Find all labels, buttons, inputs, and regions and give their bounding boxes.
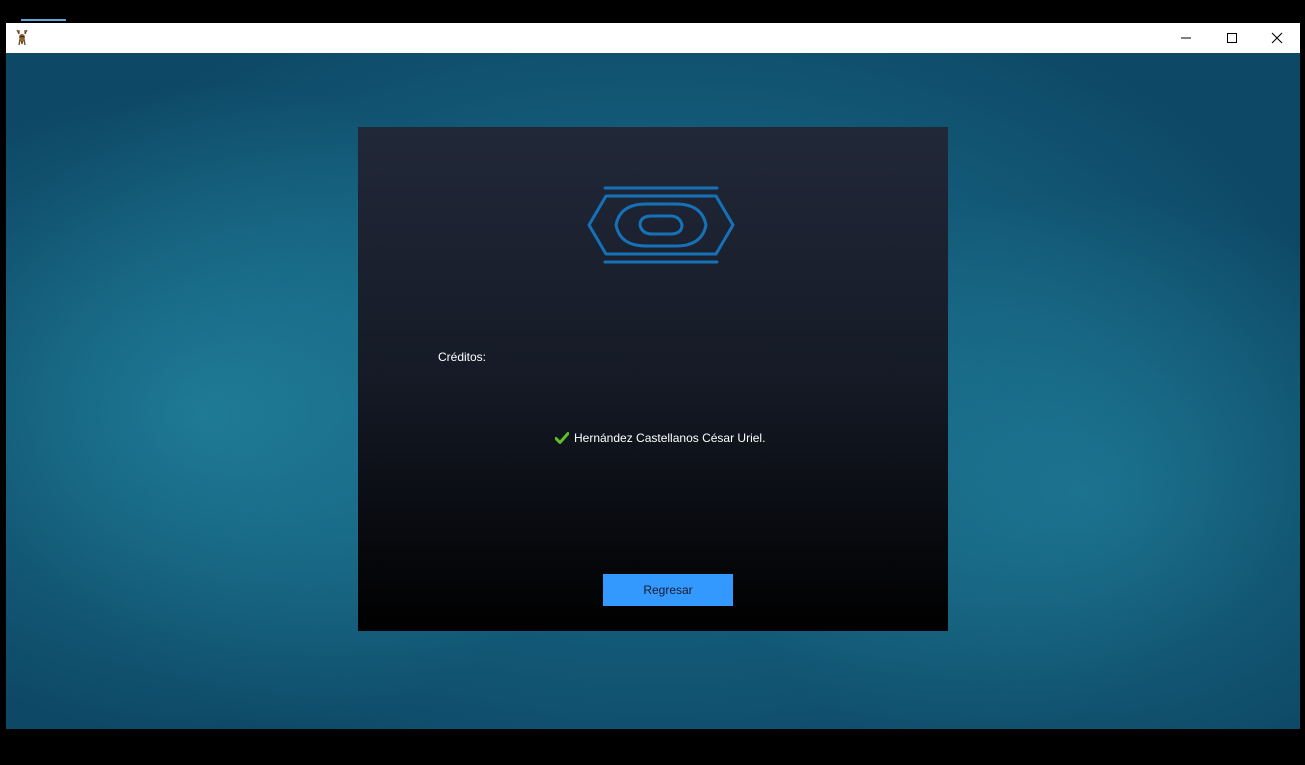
credits-panel: Créditos: Hernández Castellanos César Ur… <box>358 127 948 631</box>
credit-name: Hernández Castellanos César Uriel. <box>574 431 766 445</box>
taskbar-indicator <box>21 19 66 21</box>
minimize-button[interactable] <box>1163 23 1209 53</box>
app-window: Créditos: Hernández Castellanos César Ur… <box>6 23 1300 729</box>
close-button[interactable] <box>1254 23 1300 53</box>
check-icon <box>555 432 569 444</box>
credit-entry: Hernández Castellanos César Uriel. <box>555 431 765 445</box>
logo-icon <box>586 186 736 264</box>
minimize-icon <box>1181 37 1191 39</box>
background: Créditos: Hernández Castellanos César Ur… <box>6 53 1300 729</box>
credits-label: Créditos: <box>438 350 487 364</box>
close-icon <box>1271 32 1283 44</box>
title-bar[interactable] <box>6 23 1300 53</box>
deer-icon <box>14 29 30 47</box>
back-button[interactable]: Regresar <box>603 574 733 606</box>
maximize-button[interactable] <box>1209 23 1255 53</box>
maximize-icon <box>1227 33 1237 43</box>
